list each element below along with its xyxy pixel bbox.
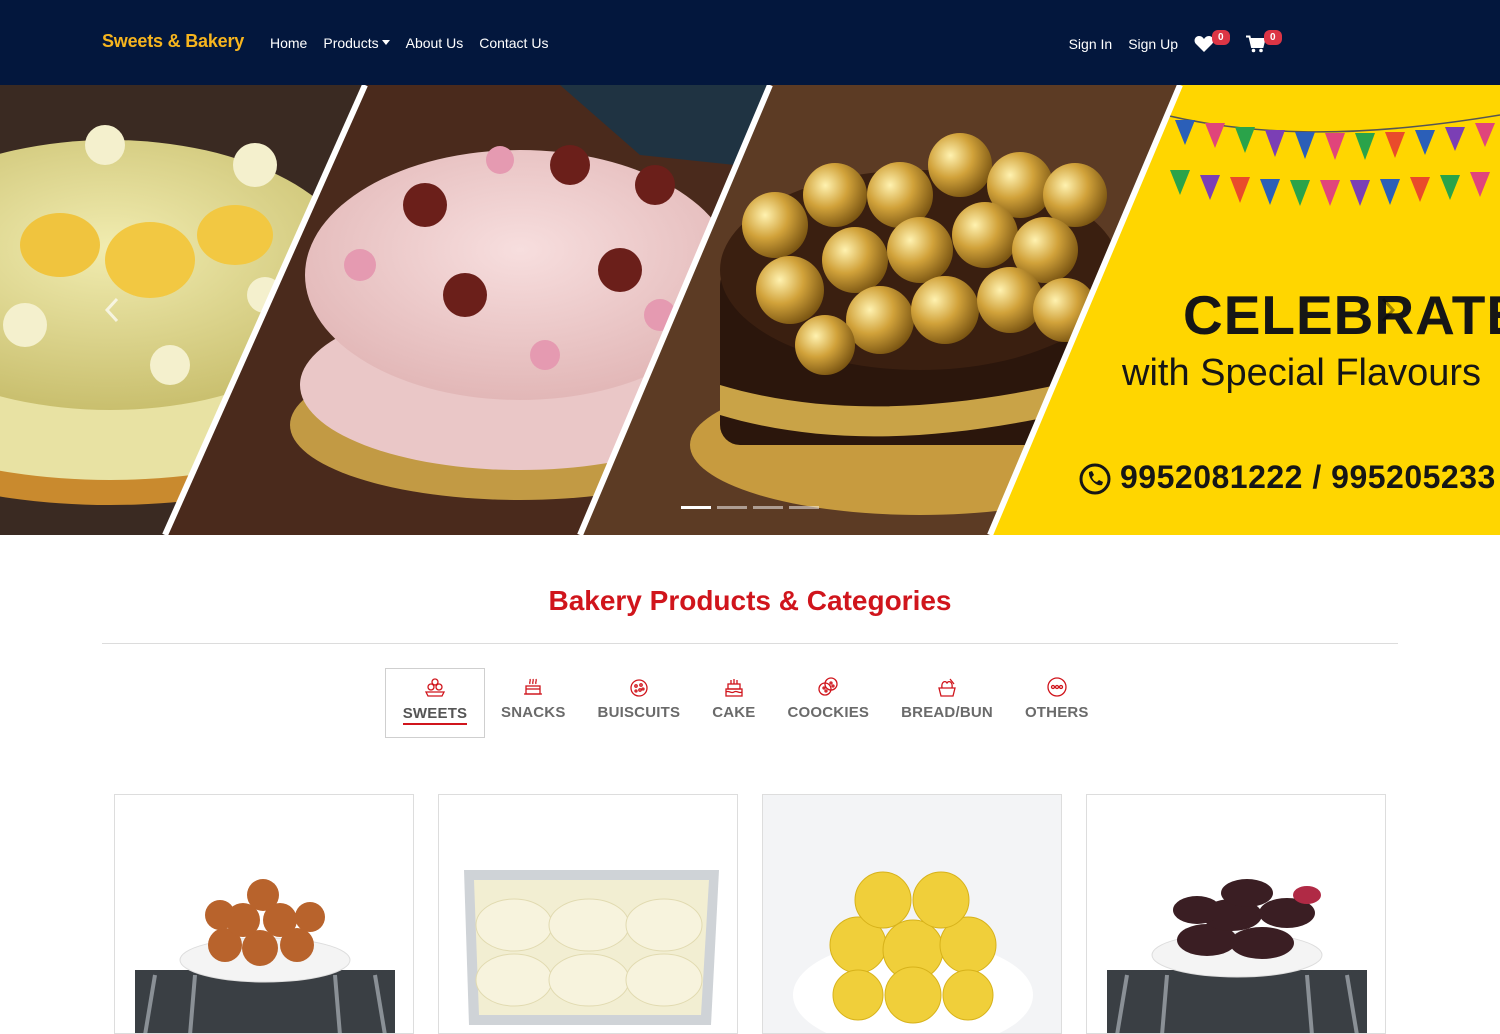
tab-bread-label: BREAD/BUN: [901, 704, 993, 721]
tab-sweets-label: SWEETS: [402, 705, 468, 725]
product-card[interactable]: [762, 794, 1062, 1034]
snacks-icon: [524, 678, 543, 695]
carousel-prev-icon[interactable]: [104, 297, 120, 323]
cart-button[interactable]: 0: [1246, 30, 1282, 53]
carousel-next-icon[interactable]: [1380, 297, 1396, 323]
heart-icon: [1194, 36, 1214, 52]
nav-products-dropdown[interactable]: Products: [323, 35, 390, 51]
tab-snacks-label: SNACKS: [501, 704, 566, 721]
tab-bread[interactable]: BREAD/BUN: [885, 668, 1009, 738]
nav-contact[interactable]: Contact Us: [479, 35, 548, 51]
user-nav: Sign In Sign Up 0 0: [1069, 30, 1282, 53]
tab-others-label: OTHERS: [1024, 704, 1089, 721]
tab-snacks[interactable]: SNACKS: [485, 668, 582, 738]
boondi-ladoo-image: [793, 871, 1033, 1033]
wishlist-count-badge: 0: [1212, 30, 1230, 45]
hero-title: CELEBRATE: [1183, 284, 1500, 346]
gulab-jamun-image: [135, 879, 395, 1033]
kala-jamun-image: [1107, 879, 1367, 1033]
brand-logo[interactable]: Sweets & Bakery: [102, 31, 244, 52]
carousel-indicator-2[interactable]: [717, 506, 747, 509]
product-card[interactable]: [438, 794, 738, 1034]
sign-up-link[interactable]: Sign Up: [1128, 36, 1178, 52]
sign-in-link[interactable]: Sign In: [1069, 36, 1113, 52]
hero-phone-number: 9952081222 / 995205233: [1120, 459, 1496, 495]
biscuits-icon: [630, 679, 648, 697]
nav-products-label: Products: [323, 35, 379, 51]
category-tabs: SWEETS SNACKS BUISCUITS CAKE COOCKIES BR…: [385, 668, 1105, 738]
tab-others[interactable]: OTHERS: [1009, 668, 1105, 738]
tab-cookies-label: COOCKIES: [787, 704, 870, 721]
tab-cake-label: CAKE: [712, 704, 756, 721]
carousel-indicators: [681, 506, 819, 509]
phone-icon: [1079, 463, 1111, 495]
rasmalai-tray-image: [464, 870, 719, 1025]
bread-icon: [938, 678, 956, 697]
tab-cookies[interactable]: COOCKIES: [772, 668, 886, 738]
cart-count-badge: 0: [1264, 30, 1282, 45]
product-grid: [114, 794, 1386, 1034]
product-card[interactable]: [1086, 794, 1386, 1034]
product-card[interactable]: [114, 794, 414, 1034]
tab-biscuits[interactable]: BUISCUITS: [582, 668, 697, 738]
others-icon: [1047, 677, 1067, 697]
tab-cake[interactable]: CAKE: [696, 668, 771, 738]
tab-biscuits-label: BUISCUITS: [597, 704, 681, 721]
carousel-indicator-1[interactable]: [681, 506, 711, 509]
section-divider: [102, 643, 1398, 644]
hero-subtitle: with Special Flavours: [1122, 352, 1482, 394]
cake-icon: [725, 679, 743, 697]
hero-carousel: CELEBRATE with Special Flavours 99520812…: [0, 85, 1500, 535]
sweets-icon: [424, 678, 446, 697]
nav-about[interactable]: About Us: [406, 35, 464, 51]
navbar: Sweets & Bakery Home Products About Us C…: [0, 0, 1500, 85]
section-title: Bakery Products & Categories: [548, 585, 952, 616]
cart-icon: [1246, 35, 1266, 53]
nav-home[interactable]: Home: [270, 35, 307, 51]
wishlist-button[interactable]: 0: [1194, 30, 1230, 53]
carousel-indicator-4[interactable]: [789, 506, 819, 509]
main-nav: Home Products About Us Contact Us: [270, 35, 548, 51]
carousel-indicator-3[interactable]: [753, 506, 783, 509]
chevron-down-icon: [381, 40, 390, 45]
tab-sweets[interactable]: SWEETS: [385, 668, 485, 738]
cookies-icon: [818, 677, 838, 696]
